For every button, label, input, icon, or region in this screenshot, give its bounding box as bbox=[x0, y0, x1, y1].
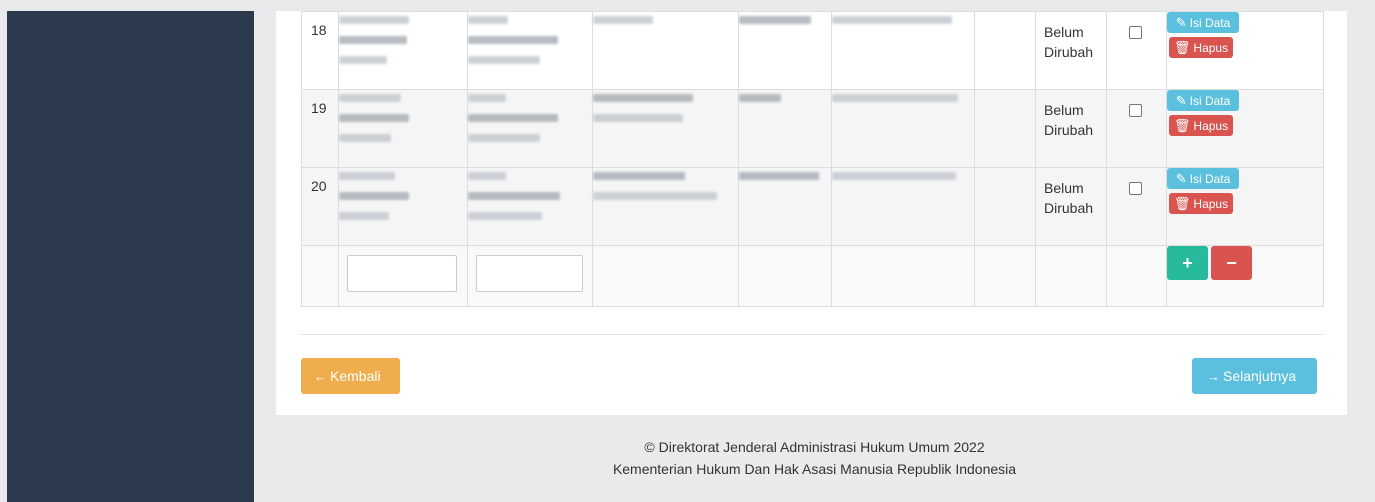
row-number: 19 bbox=[311, 100, 327, 116]
isi-data-label: Isi Data bbox=[1189, 94, 1231, 108]
row-checkbox[interactable] bbox=[1129, 104, 1142, 117]
table-row: 19 Belum Dirubah ✎ Isi Data 🗑 Hapus bbox=[301, 89, 1324, 168]
empty-cell bbox=[1106, 245, 1167, 307]
redacted-cell bbox=[831, 167, 975, 246]
footer: © Direktorat Jenderal Administrasi Hukum… bbox=[254, 436, 1375, 480]
trash-icon: 🗑 bbox=[1173, 40, 1191, 55]
empty-cell bbox=[738, 245, 832, 307]
pencil-icon: ✎ bbox=[1175, 15, 1187, 30]
hapus-button[interactable]: 🗑 Hapus bbox=[1169, 37, 1233, 58]
row-number: 20 bbox=[311, 178, 327, 194]
selanjutnya-button[interactable]: → Selanjutnya bbox=[1192, 358, 1317, 394]
row-checkbox[interactable] bbox=[1129, 182, 1142, 195]
arrow-right-icon: → bbox=[1207, 369, 1220, 384]
selanjutnya-label: Selanjutnya bbox=[1223, 368, 1297, 384]
kembali-label: Kembali bbox=[330, 368, 381, 384]
kembali-button[interactable]: ← Kembali bbox=[301, 358, 400, 394]
redacted-cell bbox=[338, 89, 468, 168]
trash-icon: 🗑 bbox=[1173, 118, 1191, 133]
redacted-cell bbox=[467, 11, 593, 90]
hapus-label: Hapus bbox=[1193, 197, 1229, 211]
redacted-cell bbox=[467, 89, 593, 168]
redacted-cell bbox=[738, 11, 832, 90]
redacted-cell bbox=[338, 167, 468, 246]
plus-icon: + bbox=[1182, 253, 1193, 273]
pencil-icon: ✎ bbox=[1175, 93, 1187, 108]
table-row: 20 Belum Dirubah ✎ Isi Data 🗑 Hapus bbox=[301, 167, 1324, 246]
hapus-button[interactable]: 🗑 Hapus bbox=[1169, 115, 1233, 136]
isi-data-label: Isi Data bbox=[1189, 172, 1231, 186]
status-text: Belum Dirubah bbox=[1044, 102, 1094, 138]
redacted-cell bbox=[738, 167, 832, 246]
trash-icon: 🗑 bbox=[1173, 196, 1191, 211]
redacted-cell bbox=[831, 11, 975, 90]
add-row-button[interactable]: + bbox=[1167, 246, 1208, 280]
empty-cell bbox=[831, 245, 975, 307]
redacted-cell bbox=[592, 167, 739, 246]
redacted-cell bbox=[592, 11, 739, 90]
footer-copyright: © Direktorat Jenderal Administrasi Hukum… bbox=[644, 439, 985, 455]
empty-cell bbox=[1035, 245, 1107, 307]
empty-cell bbox=[974, 89, 1036, 168]
footer-ministry: Kementerian Hukum Dan Hak Asasi Manusia … bbox=[612, 461, 1017, 477]
divider bbox=[301, 334, 1323, 335]
redacted-cell bbox=[467, 167, 593, 246]
pencil-icon: ✎ bbox=[1175, 171, 1187, 186]
empty-cell bbox=[974, 245, 1036, 307]
redacted-cell bbox=[338, 11, 468, 90]
isi-data-button[interactable]: ✎ Isi Data bbox=[1167, 90, 1239, 111]
isi-data-button[interactable]: ✎ Isi Data bbox=[1167, 168, 1239, 189]
empty-cell bbox=[974, 167, 1036, 246]
minus-icon: − bbox=[1226, 253, 1237, 273]
new-entry-input-2[interactable] bbox=[476, 255, 583, 292]
status-text: Belum Dirubah bbox=[1044, 180, 1094, 216]
hapus-label: Hapus bbox=[1193, 41, 1229, 55]
redacted-cell bbox=[831, 89, 975, 168]
new-entry-row: + − bbox=[301, 245, 1324, 307]
row-number: 18 bbox=[311, 22, 327, 38]
empty-cell bbox=[301, 245, 339, 307]
remove-row-button[interactable]: − bbox=[1211, 246, 1252, 280]
hapus-label: Hapus bbox=[1193, 119, 1229, 133]
hapus-button[interactable]: 🗑 Hapus bbox=[1169, 193, 1233, 214]
main-panel: 18 Belum Dirubah ✎ Isi Data 🗑 Hapus 19 Bel… bbox=[276, 11, 1347, 415]
data-table: 18 Belum Dirubah ✎ Isi Data 🗑 Hapus 19 Bel… bbox=[301, 11, 1324, 307]
empty-cell bbox=[974, 11, 1036, 90]
status-text: Belum Dirubah bbox=[1044, 24, 1094, 60]
redacted-cell bbox=[738, 89, 832, 168]
isi-data-button[interactable]: ✎ Isi Data bbox=[1167, 12, 1239, 33]
redacted-cell bbox=[592, 89, 739, 168]
sidebar bbox=[7, 11, 254, 502]
empty-cell bbox=[592, 245, 739, 307]
row-checkbox[interactable] bbox=[1129, 26, 1142, 39]
new-entry-input-1[interactable] bbox=[347, 255, 457, 292]
table-row: 18 Belum Dirubah ✎ Isi Data 🗑 Hapus bbox=[301, 11, 1324, 90]
isi-data-label: Isi Data bbox=[1189, 16, 1231, 30]
arrow-left-icon: ← bbox=[314, 369, 327, 384]
